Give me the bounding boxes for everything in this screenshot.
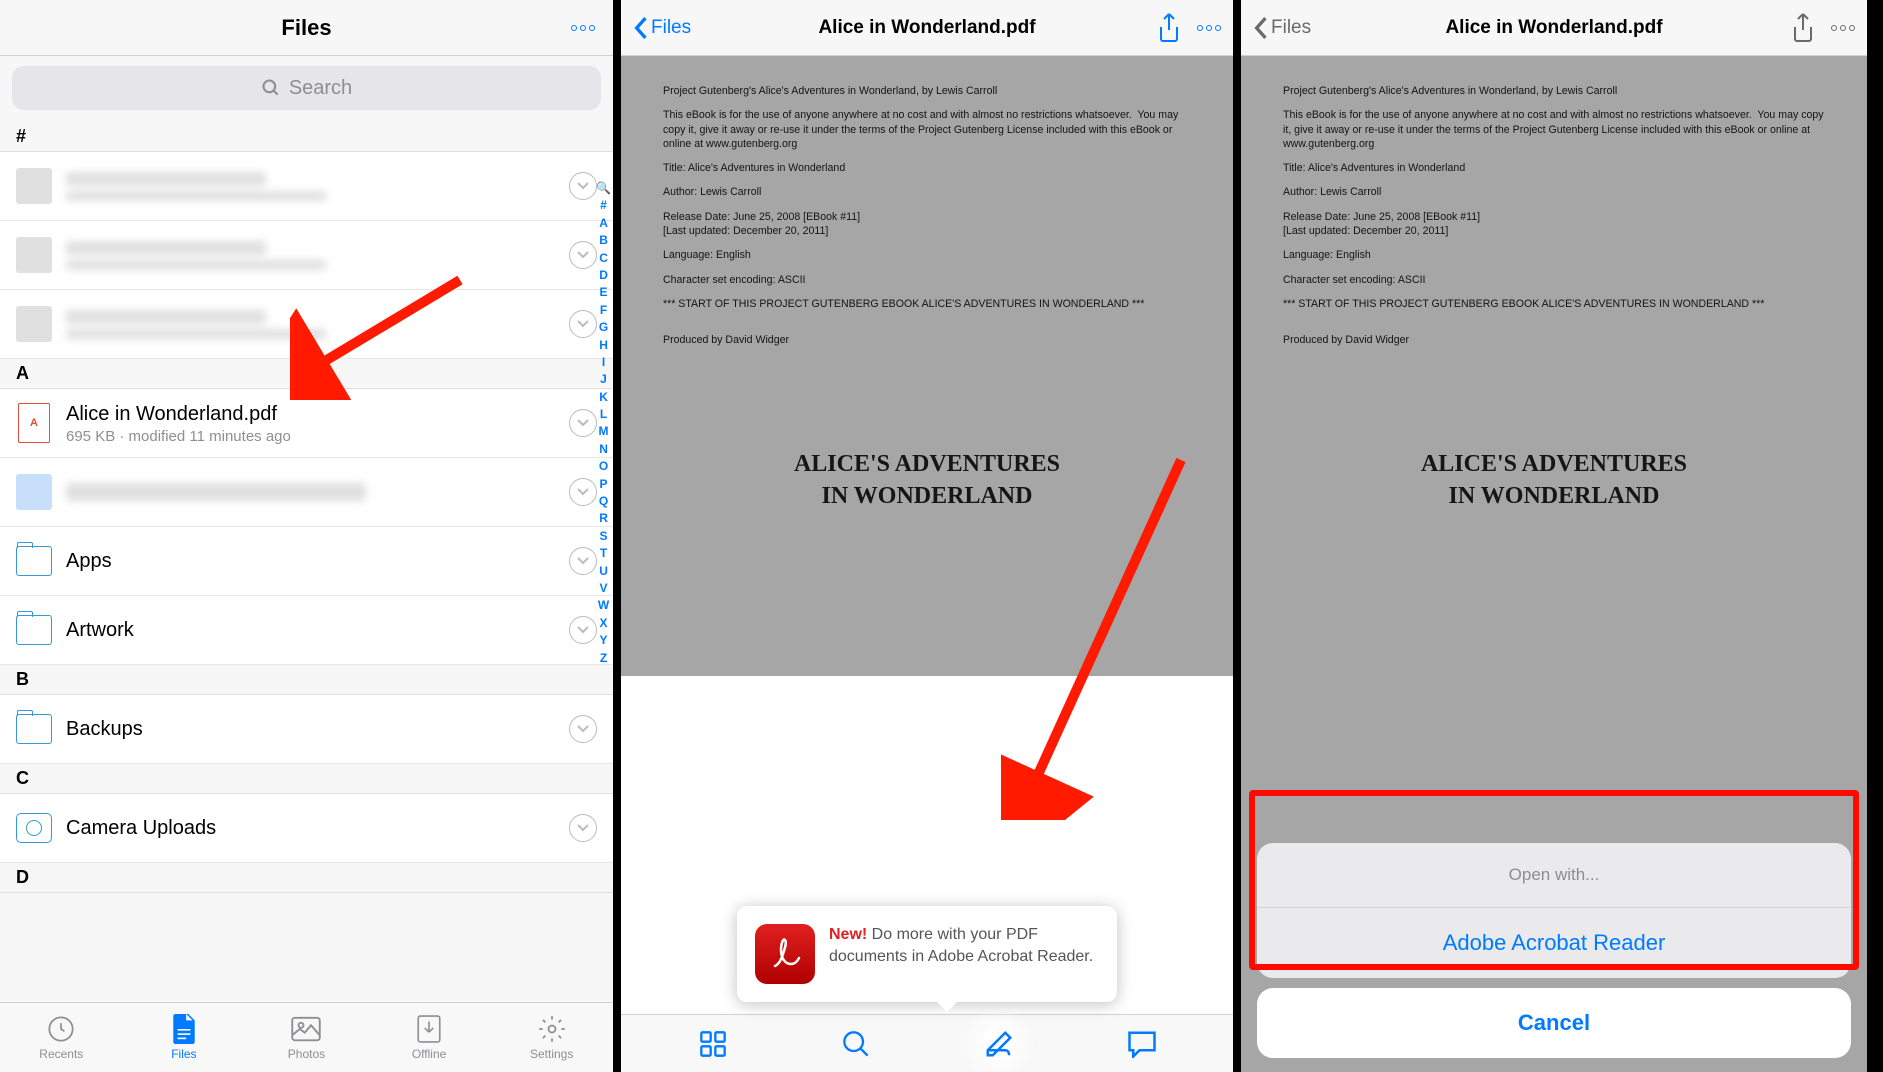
download-icon: [414, 1014, 444, 1044]
viewer-header: Files Alice in Wonderland.pdf: [1241, 0, 1867, 56]
sheet-option-adobe[interactable]: Adobe Acrobat Reader: [1257, 908, 1851, 978]
section-header-b: B: [0, 665, 613, 695]
search-button[interactable]: [836, 1024, 876, 1064]
file-name: Alice in Wonderland.pdf: [66, 402, 569, 426]
action-sheet-panel: Files Alice in Wonderland.pdf Project Gu…: [1241, 0, 1867, 1072]
list-item[interactable]: [0, 152, 613, 221]
viewer-toolbar: [621, 1014, 1233, 1072]
tab-label: Recents: [39, 1047, 83, 1061]
files-panel: Files Search # A Alice in Wonderland.pdf…: [0, 0, 621, 1072]
photo-icon: [291, 1014, 321, 1044]
tab-label: Photos: [288, 1047, 325, 1061]
sheet-group: Open with... Adobe Acrobat Reader: [1257, 843, 1851, 978]
folder-name: Backups: [66, 717, 569, 741]
share-button[interactable]: [1791, 13, 1815, 43]
new-badge: New!: [829, 926, 867, 943]
clock-icon: [46, 1014, 76, 1044]
folder-name: Apps: [66, 549, 569, 573]
back-button[interactable]: Files: [1253, 17, 1311, 39]
section-header-c: C: [0, 764, 613, 794]
viewer-title: Alice in Wonderland.pdf: [818, 17, 1035, 39]
more-button[interactable]: [1831, 25, 1855, 31]
more-button[interactable]: [571, 25, 595, 31]
section-index[interactable]: 🔍#ABCDEFGHIJKLMNOPQRSTUVWXYZ: [596, 180, 611, 667]
file-icon: [169, 1014, 199, 1044]
search-input[interactable]: Search: [12, 66, 601, 110]
dim-overlay: [621, 56, 1233, 676]
section-header-hash: #: [0, 122, 613, 152]
adobe-tooltip: New! Do more with your PDF documents in …: [737, 906, 1117, 1002]
disclosure-button[interactable]: [569, 241, 597, 269]
search-placeholder: Search: [289, 77, 352, 100]
disclosure-button[interactable]: [569, 409, 597, 437]
folder-apps[interactable]: Apps: [0, 527, 613, 596]
file-alice[interactable]: Alice in Wonderland.pdf 695 KB · modifie…: [0, 389, 613, 458]
disclosure-button[interactable]: [569, 715, 597, 743]
action-sheet: Open with... Adobe Acrobat Reader Cancel: [1257, 843, 1851, 1058]
tab-offline[interactable]: Offline: [368, 1003, 491, 1072]
gallery-button[interactable]: [693, 1024, 733, 1064]
more-button[interactable]: [1197, 25, 1221, 31]
tab-bar: Recents Files Photos Offline Settings: [0, 1002, 613, 1072]
gear-icon: [537, 1014, 567, 1044]
folder-artwork[interactable]: Artwork: [0, 596, 613, 665]
sheet-header: Open with...: [1257, 843, 1851, 908]
folder-icon: [16, 608, 52, 652]
pdf-viewer-panel: Files Alice in Wonderland.pdf Project Gu…: [621, 0, 1241, 1072]
folder-icon: [16, 539, 52, 583]
tab-label: Files: [171, 1047, 196, 1061]
disclosure-button[interactable]: [569, 478, 597, 506]
folder-name: Artwork: [66, 618, 569, 642]
disclosure-button[interactable]: [569, 814, 597, 842]
adobe-icon: [755, 924, 815, 984]
sheet-cancel[interactable]: Cancel: [1257, 988, 1851, 1058]
folder-icon: [16, 707, 52, 751]
disclosure-button[interactable]: [569, 616, 597, 644]
compose-button[interactable]: [979, 1024, 1019, 1064]
tooltip-body: Do more with your PDF documents in Adobe…: [829, 926, 1093, 965]
section-header-d: D: [0, 863, 613, 893]
disclosure-button[interactable]: [569, 547, 597, 575]
file-meta: 695 KB · modified 11 minutes ago: [66, 428, 569, 445]
list-item[interactable]: [0, 221, 613, 290]
viewer-title: Alice in Wonderland.pdf: [1445, 17, 1662, 39]
tab-label: Offline: [412, 1047, 446, 1061]
chevron-left-icon: [633, 17, 649, 39]
tab-label: Settings: [530, 1047, 573, 1061]
tab-files[interactable]: Files: [123, 1003, 246, 1072]
back-button[interactable]: Files: [633, 17, 691, 39]
disclosure-button[interactable]: [569, 172, 597, 200]
back-label: Files: [651, 17, 691, 39]
folder-camera-uploads[interactable]: Camera Uploads: [0, 794, 613, 863]
back-label: Files: [1271, 17, 1311, 39]
tab-settings[interactable]: Settings: [490, 1003, 613, 1072]
pdf-icon: [16, 401, 52, 445]
tooltip-text: New! Do more with your PDF documents in …: [829, 924, 1099, 984]
folder-backups[interactable]: Backups: [0, 695, 613, 764]
tab-recents[interactable]: Recents: [0, 1003, 123, 1072]
share-button[interactable]: [1157, 13, 1181, 43]
chevron-left-icon: [1253, 17, 1269, 39]
comment-button[interactable]: [1122, 1024, 1162, 1064]
nav-title: Files: [281, 15, 331, 41]
tab-photos[interactable]: Photos: [245, 1003, 368, 1072]
folder-name: Camera Uploads: [66, 816, 569, 840]
nav-header: Files: [0, 0, 613, 56]
disclosure-button[interactable]: [569, 310, 597, 338]
section-header-a: A: [0, 359, 613, 389]
viewer-header: Files Alice in Wonderland.pdf: [621, 0, 1233, 56]
list-item[interactable]: [0, 290, 613, 359]
camera-icon: [16, 806, 52, 850]
list-item[interactable]: [0, 458, 613, 527]
search-icon: [261, 78, 281, 98]
